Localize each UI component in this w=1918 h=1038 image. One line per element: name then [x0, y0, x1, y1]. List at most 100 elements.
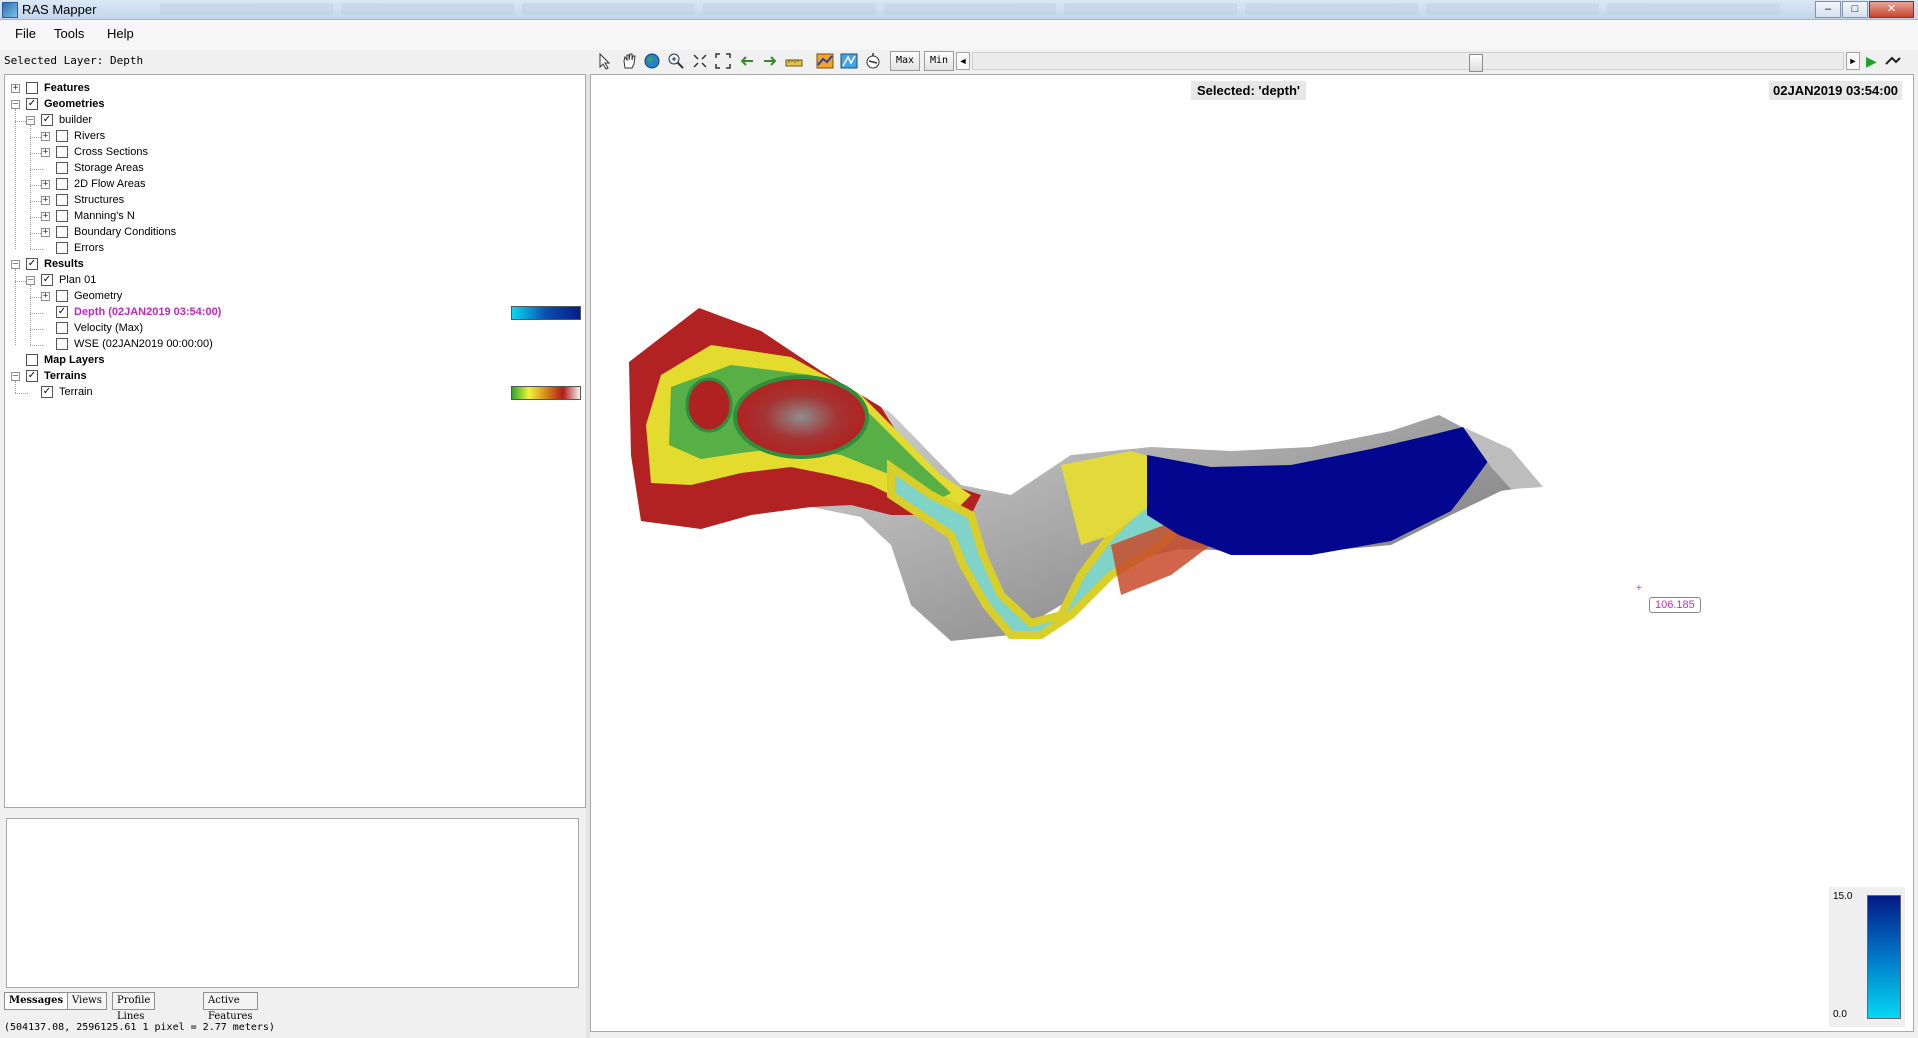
tree-node-label[interactable]: 2D Flow Areas: [74, 178, 146, 190]
selected-layer-label: Selected Layer: Depth: [4, 54, 144, 67]
messages-panel[interactable]: [6, 818, 579, 988]
expand-icon[interactable]: +: [41, 148, 50, 157]
layer-checkbox[interactable]: ✓: [26, 98, 38, 110]
forward-arrow-icon[interactable]: [761, 52, 779, 70]
menu-help[interactable]: Help: [107, 26, 134, 41]
layer-checkbox[interactable]: [56, 194, 68, 206]
layer-checkbox[interactable]: ✓: [41, 274, 53, 286]
tree-node-label[interactable]: builder: [59, 114, 92, 126]
legend-color-ramp: [1867, 895, 1901, 1019]
tree-node-label[interactable]: Terrains: [44, 370, 87, 382]
tree-node-label[interactable]: Geometries: [44, 98, 105, 110]
zoom-extents-icon[interactable]: [691, 52, 709, 70]
select-arrow-icon[interactable]: [596, 52, 614, 70]
layer-checkbox[interactable]: [56, 178, 68, 190]
tree-node-label[interactable]: Errors: [74, 242, 104, 254]
back-arrow-icon[interactable]: [738, 52, 756, 70]
tree-branch-line: [30, 329, 43, 330]
expand-icon[interactable]: +: [41, 292, 50, 301]
minimize-button[interactable]: –: [1815, 1, 1841, 18]
identify-icon[interactable]: [864, 52, 882, 70]
time-step-forward-button[interactable]: ►: [1846, 52, 1860, 70]
max-button[interactable]: Max: [890, 51, 921, 71]
maximize-button[interactable]: □: [1842, 1, 1868, 18]
tree-node-label[interactable]: Terrain: [59, 386, 93, 398]
layer-checkbox[interactable]: ✓: [26, 258, 38, 270]
layer-checkbox[interactable]: ✓: [56, 306, 68, 318]
menu-tools[interactable]: Tools: [54, 26, 84, 41]
close-button[interactable]: ✕: [1869, 1, 1914, 18]
layer-tree-panel: + Features – ✓ Geometries – ✓ builder + Rivers + Cr…: [4, 74, 586, 808]
selected-layer-banner: Selected: 'depth': [1191, 81, 1306, 100]
layer-checkbox[interactable]: [56, 242, 68, 254]
collapse-icon[interactable]: –: [11, 100, 20, 109]
profile-plot-icon[interactable]: [816, 52, 834, 70]
tree-node-label[interactable]: Map Layers: [44, 354, 105, 366]
expand-icon[interactable]: +: [41, 132, 50, 141]
globe-icon[interactable]: [643, 52, 661, 70]
expand-icon[interactable]: +: [41, 228, 50, 237]
pan-hand-icon[interactable]: [620, 52, 638, 70]
tab-views[interactable]: Views: [67, 992, 107, 1010]
tree-node-label[interactable]: Cross Sections: [74, 146, 148, 158]
probe-value-label: 106.185: [1649, 597, 1701, 613]
tab-active-features[interactable]: Active Features: [203, 992, 258, 1022]
animation-settings-icon[interactable]: [1884, 52, 1902, 70]
terrain-color-swatch[interactable]: [511, 386, 581, 400]
layer-checkbox[interactable]: [26, 354, 38, 366]
measure-ruler-icon[interactable]: [785, 52, 803, 70]
expand-icon[interactable]: +: [41, 212, 50, 221]
tree-node-label[interactable]: WSE (02JAN2019 00:00:00): [74, 338, 213, 350]
expand-icon[interactable]: +: [41, 180, 50, 189]
tree-node-label[interactable]: Results: [44, 258, 84, 270]
tree-branch-line: [30, 345, 43, 346]
tab-messages[interactable]: Messages: [4, 992, 69, 1010]
map-layer-icon[interactable]: [840, 52, 858, 70]
layer-checkbox[interactable]: [56, 290, 68, 302]
ghost-tab: [702, 3, 876, 15]
full-extent-icon[interactable]: [714, 52, 732, 70]
map-view[interactable]: Selected: 'depth' 02JAN2019 03:54:00 + 1…: [590, 74, 1914, 1032]
taskbar-ghost: [160, 0, 1781, 18]
zoom-in-icon[interactable]: [667, 52, 685, 70]
layer-checkbox[interactable]: ✓: [26, 370, 38, 382]
tree-node-label[interactable]: Boundary Conditions: [74, 226, 176, 238]
play-icon[interactable]: ▶: [1866, 52, 1884, 70]
time-step-back-button[interactable]: ◄: [956, 52, 970, 70]
time-slider-thumb[interactable]: [1469, 54, 1483, 72]
tree-node-label[interactable]: Plan 01: [59, 274, 96, 286]
collapse-icon[interactable]: –: [26, 276, 35, 285]
tab-profile-lines[interactable]: Profile Lines: [112, 992, 156, 1022]
expand-icon[interactable]: +: [41, 196, 50, 205]
layer-checkbox[interactable]: [56, 162, 68, 174]
collapse-icon[interactable]: –: [26, 116, 35, 125]
time-slider-track[interactable]: [972, 52, 1844, 72]
layer-checkbox[interactable]: [56, 226, 68, 238]
status-coordinates: (504137.08, 2596125.61 1 pixel = 2.77 me…: [4, 1022, 275, 1033]
layer-checkbox[interactable]: [26, 82, 38, 94]
min-button[interactable]: Min: [924, 51, 955, 71]
depth-legend: 15.0 0.0: [1829, 887, 1905, 1027]
tree-node-label[interactable]: Features: [44, 82, 90, 94]
layer-checkbox[interactable]: [56, 338, 68, 350]
collapse-icon[interactable]: –: [11, 372, 20, 381]
tree-node-label[interactable]: Geometry: [74, 290, 122, 302]
tree-node-label[interactable]: Storage Areas: [74, 162, 144, 174]
tree-node-label[interactable]: Structures: [74, 194, 124, 206]
map-canvas[interactable]: [591, 75, 1914, 1032]
depth-color-swatch[interactable]: [511, 306, 581, 320]
collapse-icon[interactable]: –: [11, 260, 20, 269]
layer-checkbox[interactable]: ✓: [41, 114, 53, 126]
layer-checkbox[interactable]: [56, 210, 68, 222]
tree-node-label[interactable]: Manning's N: [74, 210, 135, 222]
tree-node-label[interactable]: Rivers: [74, 130, 105, 142]
layer-checkbox[interactable]: ✓: [41, 386, 53, 398]
layer-checkbox[interactable]: [56, 130, 68, 142]
tree-node-label[interactable]: Depth (02JAN2019 03:54:00): [74, 306, 221, 318]
terrain-small-bowl: [685, 377, 733, 433]
menu-file[interactable]: File: [15, 26, 36, 41]
layer-checkbox[interactable]: [56, 146, 68, 158]
expand-icon[interactable]: +: [11, 84, 20, 93]
layer-checkbox[interactable]: [56, 322, 68, 334]
tree-node-label[interactable]: Velocity (Max): [74, 322, 143, 334]
